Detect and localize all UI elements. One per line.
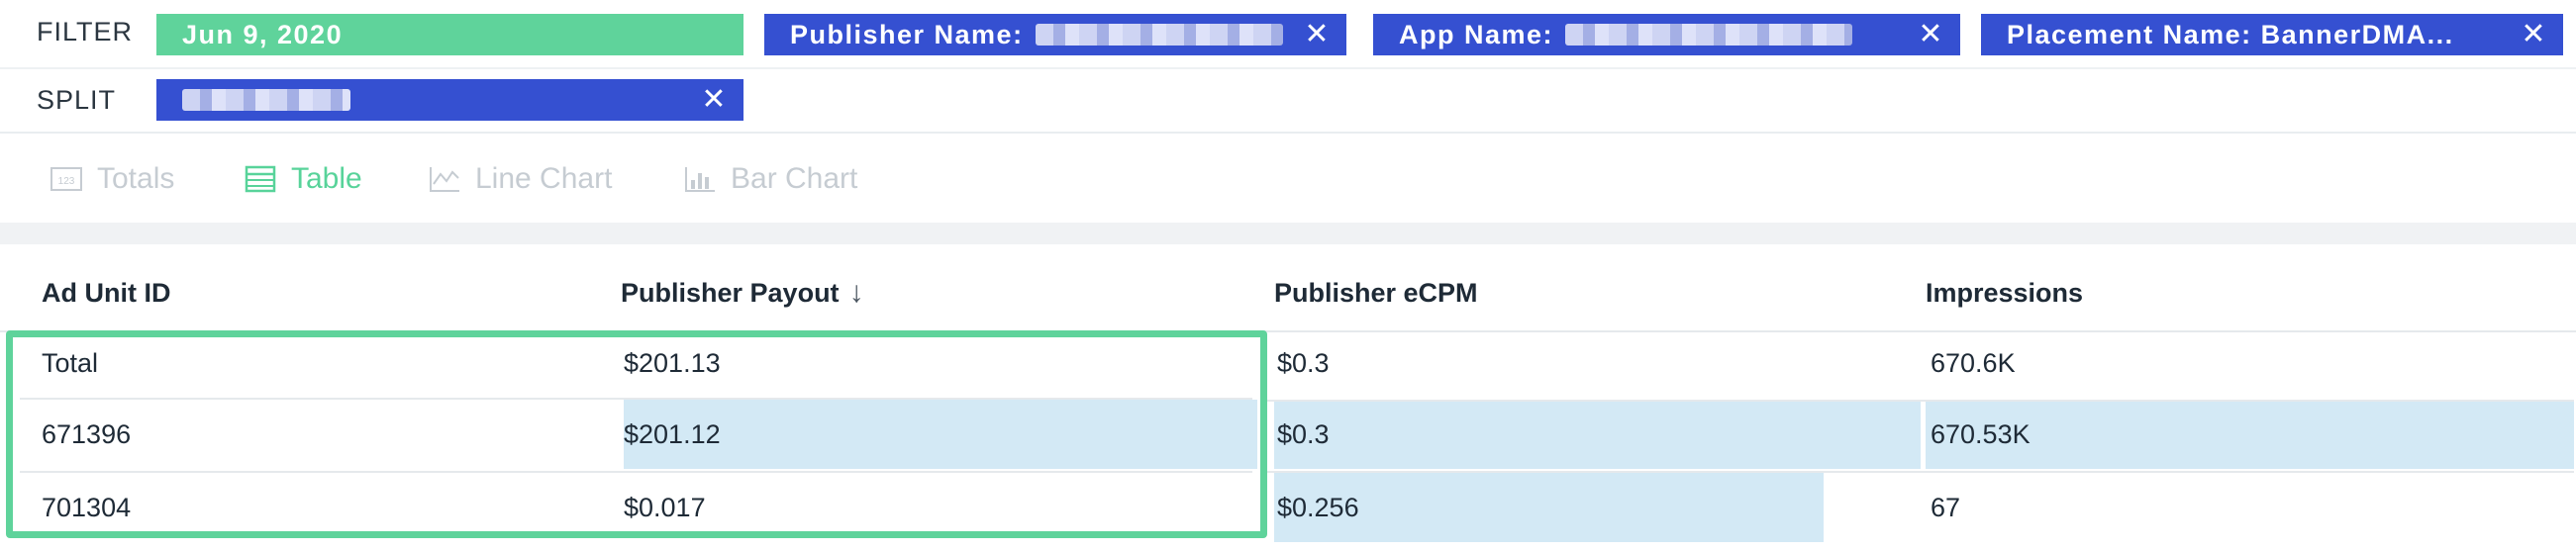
table-row-cell-impressions: 670.6K <box>1931 347 2016 378</box>
close-icon[interactable]: ✕ <box>1304 20 1331 49</box>
line-chart-icon <box>430 167 459 192</box>
tab-table[interactable]: Table <box>244 157 362 201</box>
split-pill-ad-unit-id[interactable]: ✕ <box>156 79 743 121</box>
filter-pill-app-name[interactable]: App Name: ✕ <box>1373 14 1960 55</box>
table-row-cell-ecpm: $0.3 <box>1277 347 1330 378</box>
column-header-ad-unit-id[interactable]: Ad Unit ID <box>42 268 170 318</box>
sort-descending-arrow-icon: ↓ <box>848 276 864 309</box>
tab-line-chart-label: Line Chart <box>475 162 613 195</box>
column-header-impressions[interactable]: Impressions <box>1926 268 2083 318</box>
svg-text:123: 123 <box>58 176 75 187</box>
highlight-box <box>6 330 1267 538</box>
column-header-publisher-ecpm[interactable]: Publisher eCPM <box>1274 268 1478 318</box>
filter-pill-date-label: Jun 9, 2020 <box>182 19 344 49</box>
ecpm-share-bar <box>1274 400 1921 469</box>
close-icon[interactable]: ✕ <box>701 85 728 115</box>
tab-bar-chart-label: Bar Chart <box>731 162 858 195</box>
section-separator <box>0 223 2576 244</box>
redacted-value <box>1565 24 1853 46</box>
query-bar: FILTER SPLIT Jun 9, 2020 Publisher Name:… <box>0 0 2576 134</box>
table-row-cell-ecpm: $0.256 <box>1277 492 1359 522</box>
split-label: SPLIT <box>37 85 117 115</box>
close-icon[interactable]: ✕ <box>1918 20 1944 49</box>
tab-totals-label: Totals <box>97 162 175 195</box>
tab-table-label: Table <box>291 162 362 195</box>
row-divider <box>1267 471 2574 473</box>
table-icon <box>245 165 276 193</box>
view-tabs: 123 Totals Table Line Chart Bar Chart <box>0 136 2576 223</box>
redacted-value <box>182 89 350 111</box>
analytics-report: FILTER SPLIT Jun 9, 2020 Publisher Name:… <box>0 0 2576 552</box>
column-header-publisher-payout[interactable]: Publisher Payout ↓ <box>621 268 864 318</box>
tab-line-chart[interactable]: Line Chart <box>428 157 612 201</box>
totals-icon: 123 <box>50 167 82 191</box>
table-row-cell-impressions: 670.53K <box>1931 418 2031 449</box>
filter-pill-publisher-name-label: Publisher Name: <box>790 19 1024 49</box>
filter-label: FILTER <box>37 17 134 46</box>
filter-pill-placement-name[interactable]: Placement Name: BannerDMA... ✕ <box>1981 14 2563 55</box>
query-row-divider <box>0 67 2576 69</box>
row-divider <box>1267 400 2574 402</box>
tab-totals[interactable]: 123 Totals <box>50 157 174 201</box>
filter-pill-placement-name-label: Placement Name: BannerDMA... <box>2007 19 2454 49</box>
tab-bar-chart[interactable]: Bar Chart <box>683 157 857 201</box>
close-icon[interactable]: ✕ <box>2521 20 2547 49</box>
bar-chart-icon <box>685 167 715 192</box>
table-row-cell-impressions: 67 <box>1931 492 1961 522</box>
filter-pill-publisher-name[interactable]: Publisher Name: ✕ <box>764 14 1346 55</box>
filter-pill-date[interactable]: Jun 9, 2020 <box>156 14 743 55</box>
redacted-value <box>1035 24 1283 46</box>
table-row-cell-ecpm: $0.3 <box>1277 418 1330 449</box>
filter-pill-app-name-label: App Name: <box>1399 19 1554 49</box>
